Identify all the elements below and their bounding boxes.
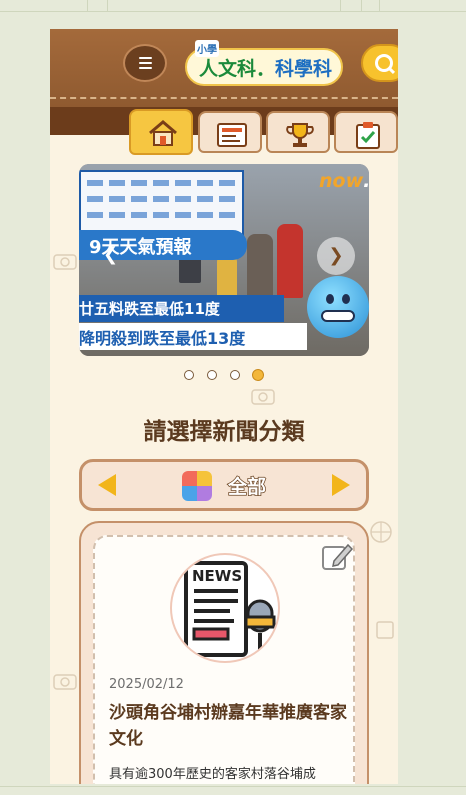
- category-next-button[interactable]: [332, 474, 350, 496]
- bg-grid: [0, 11, 466, 12]
- hamburger-icon: [139, 67, 152, 69]
- carousel-prev-button[interactable]: ❮: [103, 244, 118, 265]
- camera-doodle-icon: [53, 674, 77, 690]
- bg-grid: [0, 786, 466, 787]
- search-icon-handle: [387, 66, 396, 75]
- search-button[interactable]: [361, 44, 398, 82]
- hamburger-icon: [139, 62, 152, 64]
- brand-text: now: [319, 170, 364, 192]
- menu-button[interactable]: [123, 44, 167, 82]
- logo-main-text: 人文科．科學科: [199, 58, 333, 80]
- caption-line-1: 廿五料跌至最低11度: [79, 295, 284, 322]
- header-stitch-divider: [50, 97, 398, 99]
- globe-doodle-icon: [370, 521, 392, 543]
- news-title[interactable]: 沙頭角谷埔村辦嘉年華推廣客家文化: [109, 700, 349, 752]
- section-title: 請選擇新聞分類: [143, 419, 305, 445]
- news-thumbnail: NEWS: [170, 553, 280, 663]
- logo-right-text: 科學科: [275, 58, 333, 80]
- carousel-next-button[interactable]: ❯: [317, 237, 355, 275]
- camera-doodle-icon: [251, 389, 275, 405]
- category-selector: 全部: [79, 459, 369, 511]
- all-categories-icon: [182, 471, 212, 501]
- news-image-label: NEWS: [192, 567, 242, 585]
- photo-person: [277, 224, 303, 298]
- news-date: 2025/02/12: [109, 677, 184, 692]
- clipboard-check-icon: [356, 122, 380, 149]
- category-label: 全部: [227, 475, 267, 499]
- note-doodle-icon: [376, 621, 394, 639]
- newspaper-icon: [217, 123, 247, 147]
- photo-person: [247, 234, 273, 300]
- tab-news[interactable]: [198, 111, 262, 153]
- news-excerpt: 具有逾300年歷史的客家村落谷埔成: [109, 767, 316, 782]
- logo-left-text: 人文科: [199, 58, 257, 80]
- news-card[interactable]: NEWS 2025/02/12 沙頭角谷埔村辦嘉年華推廣客家文化 具有逾300年…: [79, 521, 369, 784]
- photo-person: [217, 254, 237, 298]
- hamburger-icon: [139, 57, 152, 59]
- news-carousel[interactable]: 9天天氣預報 廿五料跌至最低11度 降明殺到跌至最低13度 now... ❮ ❯: [79, 164, 369, 356]
- tab-quiz[interactable]: [334, 111, 398, 153]
- tab-home[interactable]: [129, 109, 193, 155]
- tab-trophy[interactable]: [266, 111, 330, 153]
- freezing-face-icon: [307, 276, 369, 338]
- news-card-inner: NEWS 2025/02/12 沙頭角谷埔村辦嘉年華推廣客家文化 具有逾300年…: [93, 535, 355, 784]
- trophy-icon: [286, 123, 314, 147]
- house-icon: [149, 120, 177, 146]
- carousel-dot[interactable]: [230, 370, 240, 380]
- newspaper-microphone-icon: NEWS: [184, 561, 276, 657]
- carousel-dot[interactable]: [184, 370, 194, 380]
- carousel-dot[interactable]: [207, 370, 217, 380]
- caption-line-2: 降明殺到跌至最低13度: [79, 323, 307, 350]
- now-brand-logo: now...: [319, 170, 369, 192]
- brand-suffix: ...: [363, 170, 369, 192]
- edit-note-icon[interactable]: [320, 539, 354, 573]
- carousel-dot-active[interactable]: [252, 369, 264, 381]
- category-prev-button[interactable]: [98, 474, 116, 496]
- app-viewport: 小學 人文科．科學科 9天天氣預報 廿五料跌至最低11度 降明殺到跌至最低13度…: [50, 29, 398, 784]
- app-logo[interactable]: 小學 人文科．科學科: [185, 40, 345, 90]
- camera-doodle-icon: [53, 254, 77, 270]
